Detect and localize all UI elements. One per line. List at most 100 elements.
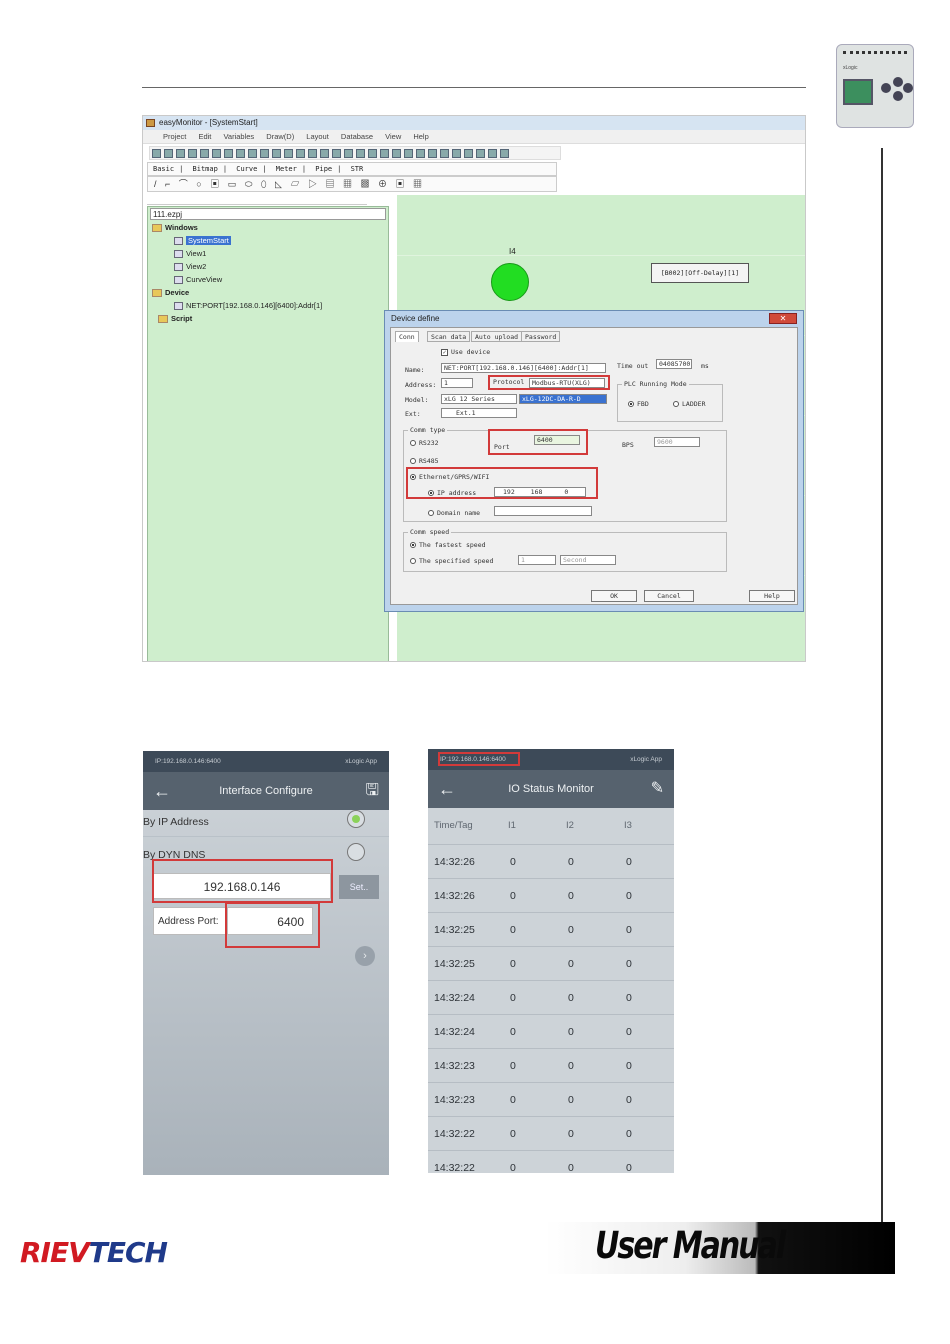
timeout-field[interactable]: 04085700 <box>656 359 692 369</box>
standard-toolbar[interactable] <box>149 146 561 160</box>
margin-rule <box>881 148 883 1258</box>
table-row: 14:32:23 0 0 0 <box>428 1048 674 1082</box>
tree-script[interactable]: Script <box>158 314 192 324</box>
tree-device-item[interactable]: NET:PORT[192.168.0.146][6400]:Addr[1] <box>174 301 322 311</box>
tag-box[interactable]: [B002][Off-Delay][1] <box>651 263 749 283</box>
view-icon <box>174 276 183 285</box>
use-device-checkbox[interactable]: ✓ Use device <box>441 348 490 356</box>
row-time: 14:32:24 <box>434 992 475 1004</box>
tab-auto-upload[interactable]: Auto upload <box>471 331 523 342</box>
by-ip-radio[interactable] <box>347 810 365 828</box>
tab-conn[interactable]: Conn <box>395 331 419 342</box>
row-value: 0 <box>568 1128 574 1140</box>
next-arrow-icon[interactable]: › <box>355 946 375 966</box>
phone-interface-configure: IP:192.168.0.146:6400 xLogic App ← Inter… <box>143 751 389 1175</box>
menu-variables[interactable]: Variables <box>223 132 254 141</box>
by-dns-radio[interactable] <box>347 843 365 861</box>
ext-select[interactable]: Ext.1 <box>441 408 517 418</box>
help-button[interactable]: Help <box>749 590 795 602</box>
row-value: 0 <box>510 890 516 902</box>
cancel-button[interactable]: Cancel <box>644 590 694 602</box>
tool-basic[interactable]: Basic <box>153 165 174 173</box>
edit-pencil-icon[interactable]: ✎ <box>651 770 664 808</box>
tree-windows[interactable]: Windows <box>152 223 198 233</box>
tab-scan-data[interactable]: Scan data <box>427 331 471 342</box>
specified-radio[interactable]: The specified speed <box>410 557 493 565</box>
ethernet-highlight <box>406 467 598 499</box>
ok-button[interactable]: OK <box>591 590 637 602</box>
row-value: 0 <box>510 1162 516 1173</box>
rs232-radio[interactable]: RS232 <box>410 439 439 447</box>
folder-icon <box>152 224 162 233</box>
row-value: 0 <box>510 1094 516 1106</box>
tool-meter[interactable]: Meter <box>276 165 297 173</box>
easymonitor-window: easyMonitor - [SystemStart] Project Edit… <box>142 115 806 662</box>
menu-view[interactable]: View <box>385 132 401 141</box>
shape-toolbar[interactable]: / ⌐ ⌒ ○ ▣ ▭ ⬭ ⬯ ◺ ▱ ▷ ▤ ▦ ▩ ⊕ ▣ ▦ <box>147 176 557 192</box>
model-select[interactable]: xLG 12 Series <box>441 394 517 404</box>
domain-radio[interactable]: Domain name <box>428 509 480 517</box>
menu-edit[interactable]: Edit <box>198 132 211 141</box>
row-value: 0 <box>510 856 516 868</box>
object-toolbar: Basic | Bitmap | Curve | Meter | Pipe | STR <box>147 162 557 176</box>
row-value: 0 <box>568 1094 574 1106</box>
speed-unit-select[interactable]: Second <box>560 555 616 565</box>
tree-device[interactable]: Device <box>152 288 189 298</box>
fbd-radio[interactable]: FBD <box>628 400 649 408</box>
row-value: 0 <box>626 958 632 970</box>
ladder-radio[interactable]: LADDER <box>673 400 705 408</box>
ip-status-highlight <box>438 752 520 766</box>
back-arrow-icon[interactable]: ← <box>438 770 456 808</box>
screen-title: Interface Configure <box>219 785 313 797</box>
tool-bitmap[interactable]: Bitmap <box>193 165 218 173</box>
comm-type-label: Comm type <box>408 426 448 434</box>
row-value: 0 <box>626 1060 632 1072</box>
plc-mode-label: PLC Running Mode <box>622 380 689 388</box>
save-icon[interactable]: 🖫 <box>365 772 379 810</box>
address-field[interactable]: 1 <box>441 378 473 388</box>
fastest-radio[interactable]: The fastest speed <box>410 541 486 549</box>
set-button[interactable]: Set.. <box>339 875 379 899</box>
plc-mode-group: PLC Running Mode FBD LADDER <box>617 380 723 422</box>
menu-help[interactable]: Help <box>413 132 428 141</box>
comm-speed-label: Comm speed <box>408 528 452 536</box>
domain-field[interactable] <box>494 506 592 516</box>
row-time: 14:32:25 <box>434 958 475 970</box>
menu-layout[interactable]: Layout <box>306 132 329 141</box>
folder-icon <box>152 289 162 298</box>
tab-password[interactable]: Password <box>521 331 561 342</box>
rievtech-logo: RIEVTECH <box>20 1236 168 1269</box>
timeout-unit: ms <box>701 362 709 370</box>
user-manual-banner: User Manual <box>545 1222 895 1274</box>
project-tree: 111.ezpj Windows SystemStart View1 View2… <box>147 206 389 661</box>
row-value: 0 <box>626 924 632 936</box>
tool-pipe[interactable]: Pipe <box>315 165 332 173</box>
tree-view-view1[interactable]: View1 <box>174 249 206 259</box>
menu-project[interactable]: Project <box>163 132 186 141</box>
view-icon <box>174 237 183 246</box>
tool-curve[interactable]: Curve <box>236 165 257 173</box>
tree-view-systemstart[interactable]: SystemStart <box>174 236 231 246</box>
lamp-label: I4 <box>509 247 516 256</box>
folder-icon <box>158 315 168 324</box>
tree-view-view2[interactable]: View2 <box>174 262 206 272</box>
check-icon: ✓ <box>441 348 448 356</box>
device-define-dialog: Device define ✕ Conn Scan data Auto uplo… <box>384 310 804 612</box>
project-root[interactable]: 111.ezpj <box>150 208 386 220</box>
ip-highlight <box>152 859 333 903</box>
menu-database[interactable]: Database <box>341 132 373 141</box>
name-field[interactable]: NET:PORT[192.168.0.146][6400]:Addr[1] <box>441 363 606 373</box>
phone-app-bar: ← Interface Configure 🖫 <box>143 772 389 810</box>
menu-draw[interactable]: Draw(D) <box>266 132 294 141</box>
rs485-radio[interactable]: RS485 <box>410 457 439 465</box>
model-sub-select[interactable]: xLG-12DC-DA-R-D <box>519 394 607 404</box>
model-label: Model: <box>405 396 429 404</box>
dialog-body: Conn Scan data Auto upload Password ✓ Use… <box>390 327 798 605</box>
bps-select[interactable]: 9600 <box>654 437 700 447</box>
speed-field[interactable]: 1 <box>518 555 556 565</box>
tree-view-curveview[interactable]: CurveView <box>174 275 222 285</box>
indicator-lamp[interactable] <box>491 263 529 301</box>
back-arrow-icon[interactable]: ← <box>153 772 171 810</box>
close-button[interactable]: ✕ <box>769 313 797 324</box>
tool-str[interactable]: STR <box>351 165 364 173</box>
